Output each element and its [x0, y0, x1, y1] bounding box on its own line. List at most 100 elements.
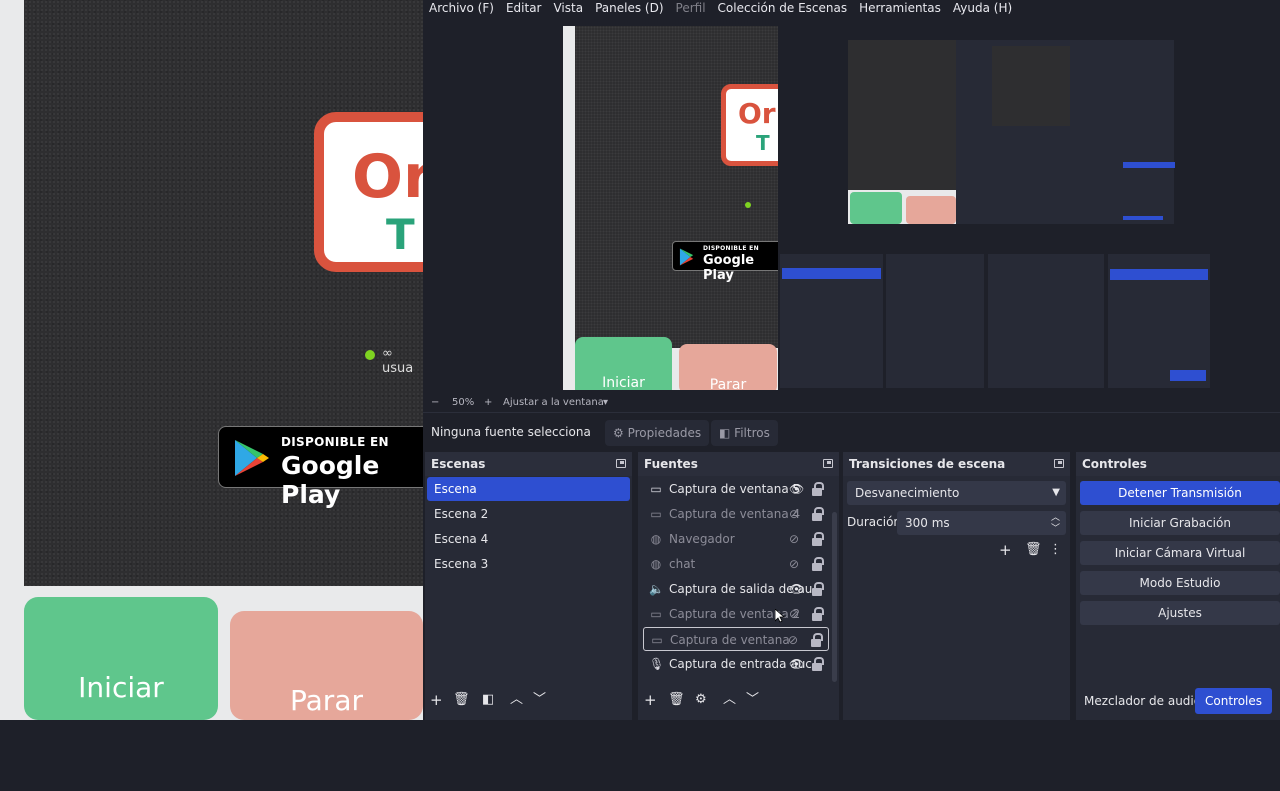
recursive-stop: [906, 196, 956, 224]
float-dock-icon[interactable]: [823, 459, 833, 468]
add-transition-button[interactable]: +: [999, 542, 1012, 558]
zoom-out-button[interactable]: −: [431, 394, 439, 412]
fit-to-window[interactable]: Ajustar a la ventana: [503, 394, 604, 412]
scene-item[interactable]: Escena 4: [427, 527, 630, 551]
preview-online-dot-icon: [745, 202, 751, 208]
lock-icon[interactable]: [811, 657, 824, 671]
preview-google-play-icon: [679, 248, 694, 266]
zoom-in-button[interactable]: +: [484, 394, 492, 412]
start-virtual-camera-button[interactable]: Iniciar Cámara Virtual: [1080, 541, 1280, 565]
eye-off-icon[interactable]: ⊘: [789, 507, 803, 521]
lock-icon[interactable]: [810, 633, 823, 647]
lock-icon[interactable]: [811, 532, 824, 546]
menu-archivo[interactable]: Archivo (F): [429, 0, 494, 16]
microphone-icon: 🎙: [649, 657, 665, 671]
filter-icon: ◧: [719, 426, 731, 440]
scenes-title: Escenas: [431, 457, 486, 471]
scenes-dock: Escenas Escena Escena 2 Escena 4 Escena …: [425, 452, 632, 720]
stop-streaming-button[interactable]: Detener Transmisión: [1080, 481, 1280, 505]
filters-button[interactable]: ◧ Filtros: [711, 420, 778, 446]
chevron-up-icon[interactable]: ︿: [723, 692, 736, 708]
eye-icon[interactable]: 👁: [789, 657, 804, 671]
menu-perfil[interactable]: Perfil: [676, 0, 706, 16]
source-item[interactable]: ◍ chat ⊘: [643, 552, 829, 576]
preview-start-label: Iniciar: [602, 375, 645, 390]
source-item[interactable]: ▭ Captura de ventana 2 ⊘: [643, 602, 829, 626]
menu-paneles[interactable]: Paneles (D): [595, 0, 663, 16]
chevron-down-icon[interactable]: ﹀: [1051, 517, 1060, 541]
scene-item[interactable]: Escena 3: [427, 552, 630, 576]
transition-select[interactable]: Desvanecimiento ▼: [847, 481, 1066, 505]
float-dock-icon[interactable]: [1054, 459, 1064, 468]
duration-input[interactable]: 300 ms ︿ ﹀: [897, 511, 1066, 535]
tab-audio-mixer[interactable]: Mezclador de audio: [1074, 688, 1211, 714]
preview-area[interactable]: Or T DISPONIBLE EN Google Play Iniciar P…: [423, 16, 1280, 392]
scene-item[interactable]: Escena 2: [427, 502, 630, 526]
preview-canvas[interactable]: Or T DISPONIBLE EN Google Play Iniciar P…: [563, 26, 1210, 390]
preview-google-play-big: Google Play: [703, 253, 755, 283]
source-item[interactable]: ▭ Captura de ventana 4 ⊘: [643, 502, 829, 526]
menu-editar[interactable]: Editar: [506, 0, 542, 16]
menu-ayuda[interactable]: Ayuda (H): [953, 0, 1012, 16]
properties-button[interactable]: ⚙ Propiedades: [605, 420, 710, 446]
lock-icon[interactable]: [811, 482, 824, 496]
add-source-button[interactable]: +: [644, 692, 657, 708]
start-button[interactable]: Iniciar: [24, 597, 218, 720]
eye-icon[interactable]: 👁: [789, 482, 804, 496]
menu-coleccion-escenas[interactable]: Colección de Escenas: [718, 0, 848, 16]
menu-vista[interactable]: Vista: [553, 0, 583, 16]
window-icon: ▭: [650, 607, 662, 621]
preview-logo-t: T: [756, 131, 770, 155]
source-label: chat: [669, 557, 696, 571]
controls-dock: Controles Detener Transmisión Iniciar Gr…: [1076, 452, 1280, 720]
eye-off-icon[interactable]: ⊘: [789, 607, 803, 621]
more-options-icon[interactable]: ⋮: [1049, 542, 1062, 558]
recursive-accent-1: [1123, 162, 1175, 168]
recursive-accent-2: [1123, 216, 1163, 220]
lock-icon[interactable]: [811, 582, 824, 596]
eye-off-icon[interactable]: ⊘: [788, 633, 802, 647]
lock-icon[interactable]: [811, 607, 824, 621]
scene-item[interactable]: Escena: [427, 477, 630, 501]
trash-icon[interactable]: 🗑: [453, 692, 470, 708]
source-item[interactable]: ◍ Navegador ⊘: [643, 527, 829, 551]
menu-herramientas[interactable]: Herramientas: [859, 0, 941, 16]
stop-button[interactable]: Parar: [230, 611, 423, 720]
filters-button-label: Filtros: [734, 426, 770, 440]
source-item[interactable]: 🔈 Captura de salida de au 👁: [643, 577, 829, 601]
eye-off-icon[interactable]: ⊘: [789, 532, 803, 546]
filter-icon[interactable]: ◧: [482, 692, 494, 708]
sources-dock-title: Fuentes: [638, 452, 839, 476]
source-item[interactable]: 🎙 Captura de entrada auc 👁: [643, 652, 829, 676]
lock-icon[interactable]: [811, 557, 824, 571]
studio-mode-button[interactable]: Modo Estudio: [1080, 571, 1280, 595]
source-item[interactable]: ▭ Captura de ventana 5 👁: [643, 477, 829, 501]
float-dock-icon[interactable]: [616, 459, 626, 468]
sources-scrollbar[interactable]: [832, 512, 837, 682]
chevron-up-icon[interactable]: ︿: [510, 692, 523, 708]
properties-button-label: Propiedades: [627, 426, 702, 440]
tab-controls[interactable]: Controles: [1195, 688, 1273, 714]
chevron-down-icon[interactable]: ▾: [603, 394, 608, 412]
add-scene-button[interactable]: +: [430, 692, 443, 708]
eye-icon[interactable]: 👁: [789, 582, 804, 596]
chevron-down-icon[interactable]: ﹀: [533, 692, 546, 708]
lock-icon[interactable]: [811, 507, 824, 521]
eye-off-icon[interactable]: ⊘: [789, 557, 803, 571]
start-recording-button[interactable]: Iniciar Grabación: [1080, 511, 1280, 535]
sources-title: Fuentes: [644, 457, 698, 471]
source-item[interactable]: ▭ Captura de ventana ⊘: [643, 627, 829, 651]
user-count-text: ∞ usua: [382, 346, 414, 376]
recursive-stream: [848, 40, 956, 190]
google-play-badge[interactable]: DISPONIBLE EN Google Play: [218, 426, 423, 509]
trash-icon[interactable]: 🗑: [1025, 542, 1042, 558]
recursive-obs-preview: [778, 26, 1210, 390]
chevron-down-icon[interactable]: ﹀: [746, 692, 759, 708]
gear-icon[interactable]: ⚙: [695, 692, 707, 708]
recursive-transitions-dock: [988, 254, 1104, 388]
transitions-dock: Transiciones de escena Desvanecimiento ▼…: [843, 452, 1070, 720]
controls-dock-title: Controles: [1076, 452, 1280, 476]
settings-button[interactable]: Ajustes: [1080, 601, 1280, 625]
trash-icon[interactable]: 🗑: [668, 692, 685, 708]
recursive-controls-tab: [1170, 370, 1206, 381]
